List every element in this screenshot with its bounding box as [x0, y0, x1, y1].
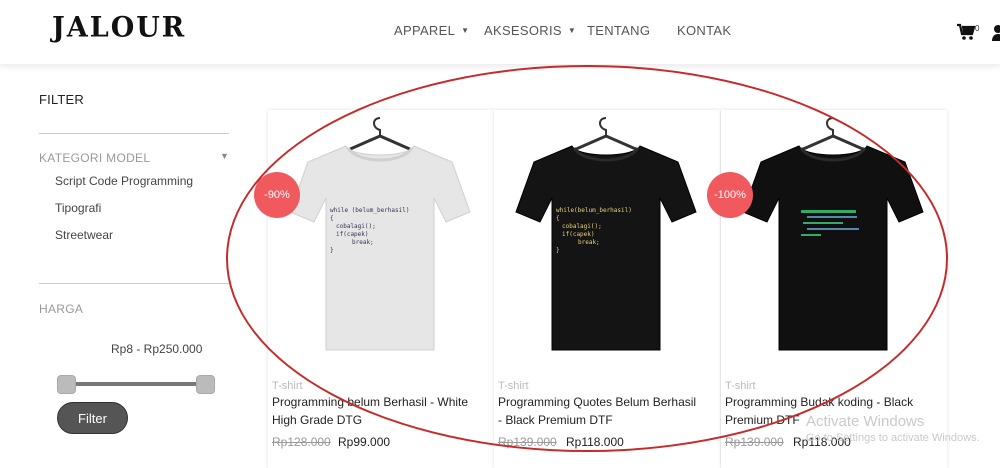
product-old-price: Rp139.000 [725, 435, 784, 449]
nav-item-label: AKSESORIS [484, 23, 562, 38]
product-type: T-shirt [498, 380, 529, 392]
product-type: T-shirt [272, 380, 303, 392]
product-price: Rp118.000 [566, 435, 624, 449]
cart-icon[interactable] [956, 22, 976, 42]
shirt-print-line: while (belum_berhasil) [330, 207, 409, 214]
product-image[interactable] [721, 110, 947, 372]
shirt-print-line: cobalagi(); [562, 223, 602, 230]
caret-down-icon[interactable]: ▼ [220, 151, 229, 161]
tshirt-shape [289, 145, 471, 351]
product-old-price: Rp139.000 [498, 435, 557, 449]
cart-count-badge: 0 [975, 24, 980, 33]
hanger-icon [800, 117, 866, 152]
shirt-print-line: break; [352, 239, 374, 246]
shirt-print-line: { [556, 215, 560, 222]
shirt-print-line: cobalagi(); [336, 223, 376, 230]
product-name[interactable]: Programming Budak koding - Black Premium… [725, 393, 930, 429]
product-old-price: Rp128.000 [272, 435, 331, 449]
shirt-print-line: while(belum_berhasil) [556, 207, 632, 214]
shirt-print-line: { [330, 215, 334, 222]
shirt-print-line: } [330, 247, 334, 254]
shirt-print-line: if(capek) [336, 231, 369, 238]
product-price: Rp118.000 [793, 435, 851, 449]
shirt-print-line: } [556, 247, 560, 254]
shirt-print-line: if(capek) [562, 231, 595, 238]
category-item-streetwear[interactable]: Streetwear [55, 228, 113, 242]
price-title: HARGA [39, 302, 84, 316]
filter-title: FILTER [39, 92, 85, 107]
price-slider-min-handle[interactable] [57, 375, 76, 394]
nav-item-apparel[interactable]: APPAREL ▼ [394, 23, 469, 38]
tshirt-shape [515, 145, 697, 351]
caret-down-icon: ▼ [567, 26, 577, 35]
product-name[interactable]: Programming Quotes Belum Berhasil - Blac… [498, 393, 703, 429]
product-image[interactable]: while(belum_berhasil){cobalagi();if(cape… [494, 110, 720, 372]
divider [39, 133, 229, 134]
product-name[interactable]: Programming belum Berhasil - White High … [272, 393, 477, 429]
price-range-value: Rp8 - Rp250.000 [111, 342, 203, 356]
product-card[interactable]: while (belum_berhasil){cobalagi(); if(cap… [254, 110, 494, 468]
discount-badge: -100% [707, 172, 753, 218]
category-item-tipografi[interactable]: Tipografi [55, 201, 101, 215]
nav-item-tentang[interactable]: TENTANG [587, 23, 650, 38]
nav-item-label: APPAREL [394, 23, 456, 38]
filter-button[interactable]: Filter [57, 402, 128, 434]
nav-item-label: KONTAK [677, 23, 732, 38]
user-icon[interactable] [991, 22, 1000, 42]
discount-badge: -90% [254, 172, 300, 218]
nav-item-label: TENTANG [587, 23, 651, 38]
hanger-icon [347, 117, 413, 152]
filter-sidebar: FILTER [39, 92, 229, 107]
nav-item-aksesoris[interactable]: AKSESORIS ▼ [484, 23, 576, 38]
product-image[interactable]: while (belum_berhasil){cobalagi();if(cap… [268, 110, 494, 372]
divider [39, 283, 229, 284]
price-slider-track[interactable] [66, 382, 206, 386]
shirt-print-line: break; [578, 239, 600, 246]
product-card[interactable]: -100% T-shirt Programming Budak koding -… [707, 110, 947, 468]
tshirt-shape [742, 145, 924, 351]
hanger-icon [573, 117, 639, 152]
product-type: T-shirt [725, 380, 756, 392]
price-slider-max-handle[interactable] [196, 375, 215, 394]
site-logo[interactable]: JALOUR [52, 11, 186, 44]
caret-down-icon: ▼ [461, 26, 470, 35]
site-header: JALOUR APPAREL ▼ AKSESORIS ▼ TENTANG KON… [0, 0, 1000, 64]
product-price: Rp99.000 [338, 435, 391, 449]
nav-item-kontak[interactable]: KONTAK [677, 23, 731, 38]
category-item-script-code[interactable]: Script Code Programming [55, 174, 193, 188]
product-card[interactable]: while(belum_berhasil){cobalagi(); if(cape… [494, 110, 720, 468]
category-title[interactable]: KATEGORI MODEL [39, 151, 150, 165]
